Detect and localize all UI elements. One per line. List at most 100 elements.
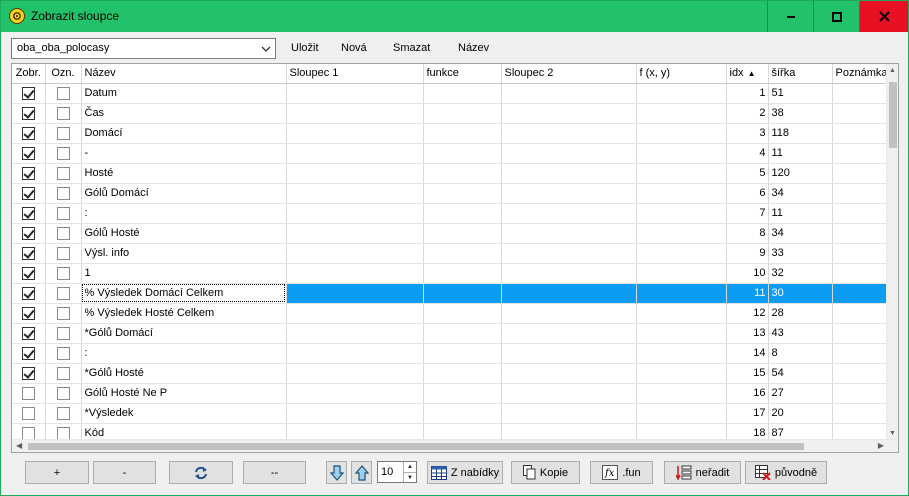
width-cell[interactable]: 87: [768, 423, 833, 440]
fxy-cell[interactable]: [636, 163, 727, 184]
table-row[interactable]: Domácí 3 118: [12, 123, 887, 144]
width-cell[interactable]: 27: [768, 383, 833, 404]
column1-cell[interactable]: [286, 83, 424, 104]
fxy-cell[interactable]: [636, 363, 727, 384]
width-cell[interactable]: 34: [768, 183, 833, 204]
note-cell[interactable]: [832, 223, 887, 244]
idx-cell[interactable]: 10: [726, 263, 769, 284]
idx-cell[interactable]: 6: [726, 183, 769, 204]
function-cell[interactable]: [423, 263, 502, 284]
function-cell[interactable]: [423, 383, 502, 404]
table-row[interactable]: Výsl. info 9 33: [12, 243, 887, 264]
note-cell[interactable]: [832, 183, 887, 204]
fxy-cell[interactable]: [636, 143, 727, 164]
mark-checkbox[interactable]: [56, 186, 70, 200]
width-cell[interactable]: 11: [768, 203, 833, 224]
idx-cell[interactable]: 9: [726, 243, 769, 264]
column-name-cell[interactable]: Gólů Hosté Ne P: [81, 383, 287, 404]
function-cell[interactable]: [423, 423, 502, 440]
scroll-up-icon[interactable]: ▲: [889, 67, 896, 74]
column2-cell[interactable]: [501, 183, 637, 204]
note-cell[interactable]: [832, 123, 887, 144]
table-row[interactable]: Gólů Domácí 6 34: [12, 183, 887, 204]
idx-cell[interactable]: 13: [726, 323, 769, 344]
mark-checkbox[interactable]: [56, 206, 70, 220]
column-name-cell[interactable]: Kód: [81, 423, 287, 440]
note-cell[interactable]: [832, 83, 887, 104]
column-header[interactable]: funkce: [423, 64, 502, 84]
function-cell[interactable]: [423, 223, 502, 244]
column1-cell[interactable]: [286, 383, 424, 404]
mark-checkbox[interactable]: [56, 386, 70, 400]
idx-cell[interactable]: 18: [726, 423, 769, 440]
column2-cell[interactable]: [501, 383, 637, 404]
function-cell[interactable]: [423, 123, 502, 144]
function-cell[interactable]: [423, 163, 502, 184]
column1-cell[interactable]: [286, 243, 424, 264]
note-cell[interactable]: [832, 243, 887, 264]
column-name-cell[interactable]: *Gólů Domácí: [81, 323, 287, 344]
function-cell[interactable]: [423, 183, 502, 204]
column-header[interactable]: idx ▲: [726, 64, 769, 84]
mark-checkbox[interactable]: [56, 426, 70, 440]
column-name-cell[interactable]: Gólů Hosté: [81, 223, 287, 244]
note-cell[interactable]: [832, 143, 887, 164]
show-checkbox[interactable]: [21, 346, 35, 360]
show-checkbox[interactable]: [21, 366, 35, 380]
column2-cell[interactable]: [501, 263, 637, 284]
column-name-cell[interactable]: 1: [81, 263, 287, 284]
idx-cell[interactable]: 17: [726, 403, 769, 424]
column-name-cell[interactable]: Datum: [81, 83, 287, 104]
column2-cell[interactable]: [501, 83, 637, 104]
column2-cell[interactable]: [501, 103, 637, 124]
column-name-cell[interactable]: *Výsledek: [81, 403, 287, 424]
function-cell[interactable]: [423, 323, 502, 344]
width-cell[interactable]: 120: [768, 163, 833, 184]
column-name-cell[interactable]: Hosté: [81, 163, 287, 184]
vertical-scrollbar[interactable]: ▲ ▼: [886, 64, 898, 440]
show-checkbox[interactable]: [21, 226, 35, 240]
column1-cell[interactable]: [286, 123, 424, 144]
note-cell[interactable]: [832, 423, 887, 440]
mark-checkbox[interactable]: [56, 146, 70, 160]
table-row[interactable]: - 4 11: [12, 143, 887, 164]
show-checkbox[interactable]: [21, 406, 35, 420]
show-checkbox[interactable]: [21, 286, 35, 300]
column-name-cell[interactable]: -: [81, 143, 287, 164]
copy-button[interactable]: Kopie: [511, 461, 580, 484]
fxy-cell[interactable]: [636, 183, 727, 204]
show-checkbox[interactable]: [21, 146, 35, 160]
clear-button[interactable]: --: [243, 461, 306, 484]
table-row[interactable]: Gólů Hosté 8 34: [12, 223, 887, 244]
show-checkbox[interactable]: [21, 246, 35, 260]
function-cell[interactable]: [423, 363, 502, 384]
note-cell[interactable]: [832, 103, 887, 124]
column-name-cell[interactable]: Čas: [81, 103, 287, 124]
width-cell[interactable]: 32: [768, 263, 833, 284]
column-header[interactable]: Název: [81, 64, 287, 84]
fxy-cell[interactable]: [636, 203, 727, 224]
column1-cell[interactable]: [286, 423, 424, 440]
column-name-cell[interactable]: Gólů Domácí: [81, 183, 287, 204]
add-button[interactable]: +: [25, 461, 89, 484]
column-name-cell[interactable]: Výsl. info: [81, 243, 287, 264]
fxy-cell[interactable]: [636, 243, 727, 264]
idx-cell[interactable]: 3: [726, 123, 769, 144]
note-cell[interactable]: [832, 283, 887, 304]
width-cell[interactable]: 28: [768, 303, 833, 324]
mark-checkbox[interactable]: [56, 366, 70, 380]
width-cell[interactable]: 34: [768, 223, 833, 244]
save-button[interactable]: Uložit: [291, 42, 319, 54]
new-button[interactable]: Nová: [341, 42, 367, 54]
column1-cell[interactable]: [286, 183, 424, 204]
fxy-cell[interactable]: [636, 423, 727, 440]
note-cell[interactable]: [832, 323, 887, 344]
note-cell[interactable]: [832, 163, 887, 184]
preset-select[interactable]: oba_oba_polocasy: [11, 38, 276, 59]
note-cell[interactable]: [832, 263, 887, 284]
function-cell[interactable]: [423, 143, 502, 164]
fxy-cell[interactable]: [636, 123, 727, 144]
show-checkbox[interactable]: [21, 306, 35, 320]
close-button[interactable]: [859, 1, 908, 32]
table-row[interactable]: Čas 2 38: [12, 103, 887, 124]
